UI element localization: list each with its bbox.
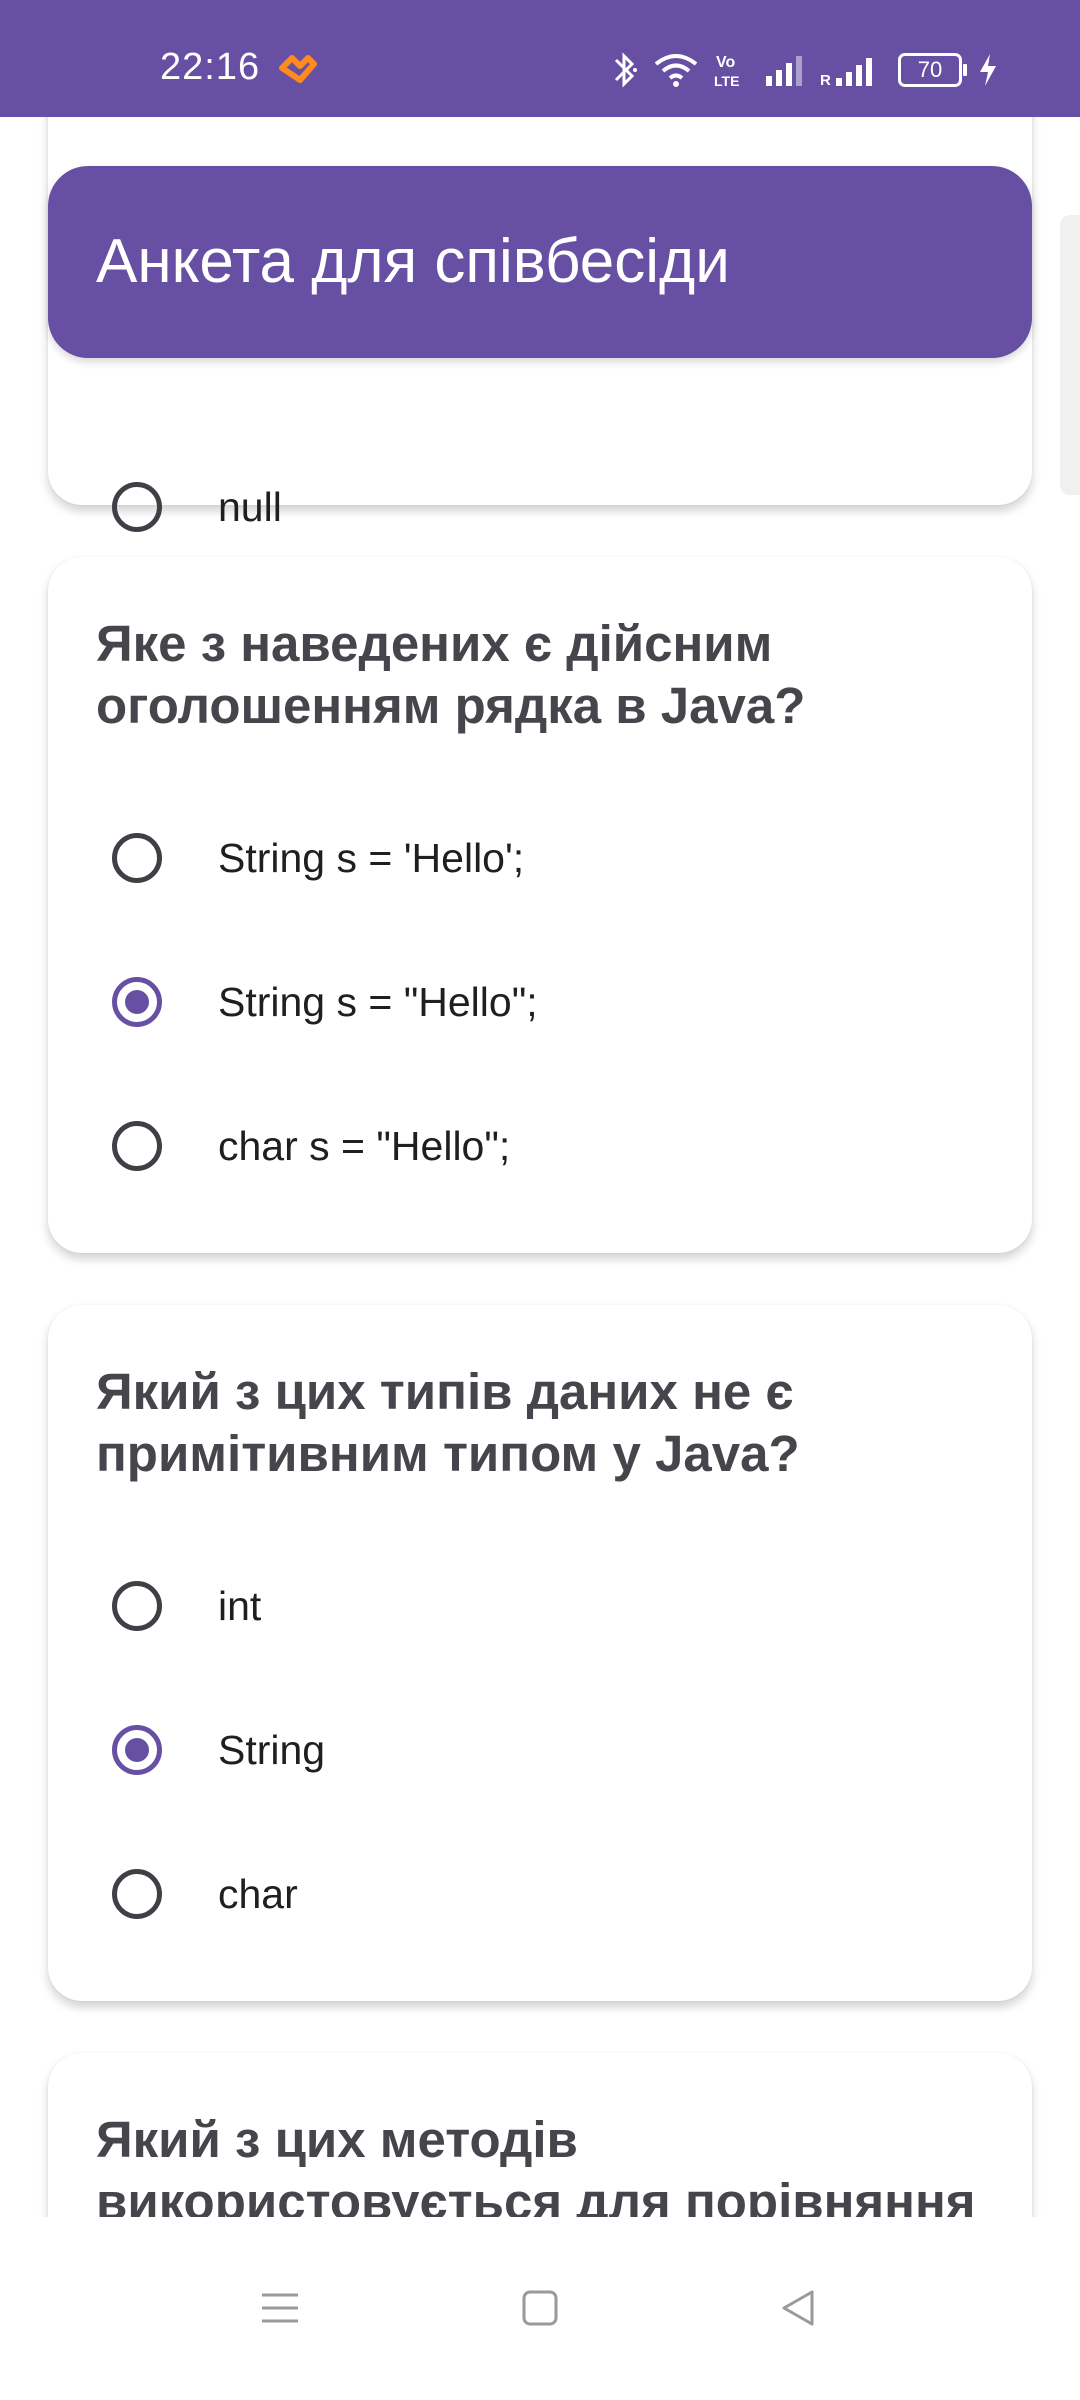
svg-text:LTE: LTE [714,73,739,89]
back-icon[interactable] [768,2278,828,2338]
svg-text:Vo: Vo [716,54,735,71]
scrollbar[interactable] [1060,215,1080,495]
question-title: Який з цих типів даних не є примітивним … [96,1363,800,1482]
answer-option[interactable]: String s = 'Hello'; [112,823,962,903]
answer-option[interactable]: char s = "Hello"; [112,1111,962,1191]
svg-text:R: R [820,72,831,86]
radio-button-checked[interactable] [112,1725,162,1775]
answer-option[interactable]: String s = "Hello"; [112,967,962,1047]
question-title: Який з цих методів використовується для … [96,2111,976,2217]
radio-button-unchecked[interactable] [112,482,162,532]
question-title: Яке з наведених є дійсним оголошенням ря… [96,615,806,734]
app-notification-icon [279,55,317,83]
status-icons: Vo LTE R 70 [612,48,998,92]
option-label: int [218,1583,262,1629]
option-label: null [218,484,282,530]
question-card: Який з цих типів даних не є примітивним … [48,1305,1032,2001]
radio-button-checked[interactable] [112,977,162,1027]
question-card: Який з цих методів використовується для … [48,2053,1032,2217]
radio-button-unchecked[interactable] [112,1869,162,1919]
answer-option[interactable]: String [112,1715,962,1795]
signal-icon [766,56,802,86]
questionnaire-scroll-area[interactable]: null Яке з наведених є дійсним оголошенн… [0,117,1080,2217]
radio-button-unchecked[interactable] [112,833,162,883]
home-icon[interactable] [510,2278,570,2338]
option-label: char s = "Hello"; [218,1123,511,1169]
status-bar: 22:16 Vo LTE R 70 [0,0,1080,117]
volte-icon: Vo LTE [714,54,739,89]
radio-button-unchecked[interactable] [112,1121,162,1171]
battery-icon: 70 [898,53,967,87]
page-title: Анкета для співбесіди [48,166,1032,358]
answer-option[interactable]: null [112,472,962,552]
answer-option[interactable]: char [112,1859,962,1939]
signal-roaming-icon: R [820,58,872,86]
navigation-bar [0,2218,1080,2400]
option-label: char [218,1871,298,1917]
charging-icon [980,54,996,86]
option-label: String [218,1727,326,1773]
option-label: String s = "Hello"; [218,979,538,1025]
status-time: 22:16 [160,46,261,88]
menu-icon[interactable] [250,2278,310,2338]
answer-option[interactable]: int [112,1571,962,1651]
option-label: String s = 'Hello'; [218,835,525,881]
question-card: Яке з наведених є дійсним оголошенням ря… [48,557,1032,1253]
bluetooth-icon [614,52,637,88]
wifi-icon [654,54,698,87]
radio-button-unchecked[interactable] [112,1581,162,1631]
